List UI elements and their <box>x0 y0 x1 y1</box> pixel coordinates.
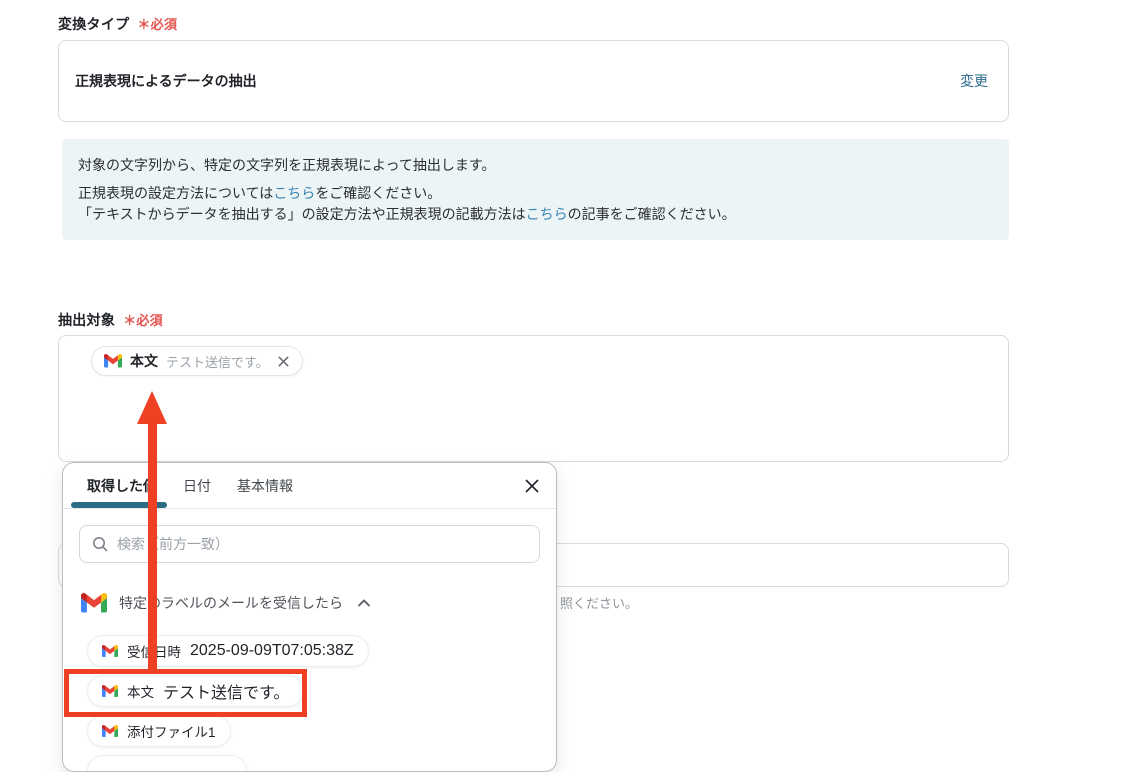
conversion-type-label-text: 変換タイプ <box>58 16 130 32</box>
value-picker-popup: 取得した値 日付 基本情報 特定のラベルのメールを受信したら <box>62 462 557 772</box>
chevron-up-icon[interactable] <box>357 598 371 608</box>
conversion-type-value: 正規表現によるデータの抽出 <box>75 73 257 89</box>
field-helper-text: 照ください。 <box>560 596 639 611</box>
chip-label: 本文 <box>130 353 158 369</box>
chip-value: テスト送信です。 <box>166 354 269 370</box>
required-badge: ＊必須 <box>123 313 163 328</box>
list-item-received-at[interactable]: 受信日時 2025-09-09T07:05:38Z <box>87 635 369 667</box>
chip-remove-icon[interactable] <box>277 355 290 368</box>
conversion-type-select[interactable]: 正規表現によるデータの抽出 変更 <box>58 40 1009 122</box>
popup-tab-bar: 取得した値 日付 基本情報 <box>63 463 556 509</box>
list-item-attachment[interactable]: 添付ファイル1 <box>87 715 231 747</box>
gmail-icon <box>102 645 118 657</box>
list-item-partial[interactable] <box>87 755 247 771</box>
tab-basic-info[interactable]: 基本情報 <box>237 476 293 496</box>
close-icon[interactable] <box>522 476 542 496</box>
description-line-1: 対象の文字列から、特定の文字列を正規表現によって抽出します。 <box>78 157 496 173</box>
change-link[interactable]: 変更 <box>960 71 988 91</box>
annotation-arrow-shaft <box>148 423 157 669</box>
tab-date[interactable]: 日付 <box>183 476 211 496</box>
tab-retrieved-values[interactable]: 取得した値 <box>87 476 157 496</box>
required-badge: ＊必須 <box>137 17 178 32</box>
extraction-target-label-text: 抽出対象 <box>58 312 116 328</box>
gmail-icon <box>102 725 118 737</box>
selected-value-chip[interactable]: 本文 テスト送信です。 <box>91 346 303 376</box>
annotation-arrow-head <box>137 391 167 424</box>
annotation-highlight-box <box>64 669 307 717</box>
item-value: 2025-09-09T07:05:38Z <box>190 642 354 659</box>
search-input[interactable] <box>117 536 527 552</box>
item-label: 添付ファイル1 <box>127 725 216 740</box>
conversion-type-label: 変換タイプ ＊必須 <box>58 14 177 34</box>
trigger-section-header[interactable]: 特定のラベルのメールを受信したら <box>63 593 556 613</box>
description-box: 対象の文字列から、特定の文字列を正規表現によって抽出します。 正規表現の設定方法… <box>62 139 1009 240</box>
search-icon <box>92 536 109 553</box>
gmail-icon <box>81 593 107 613</box>
help-link-1[interactable]: こちら <box>273 185 315 201</box>
description-line-2: 正規表現の設定方法についてはこちらをご確認ください。 <box>78 185 442 201</box>
extraction-target-label: 抽出対象 ＊必須 <box>58 310 163 330</box>
gmail-icon <box>104 354 122 368</box>
description-line-3: 「テキストからデータを抽出する」の設定方法や正規表現の記載方法はこちらの記事をご… <box>78 206 736 222</box>
extraction-target-input[interactable]: 本文 テスト送信です。 <box>58 335 1009 462</box>
help-link-2[interactable]: こちら <box>526 206 568 222</box>
